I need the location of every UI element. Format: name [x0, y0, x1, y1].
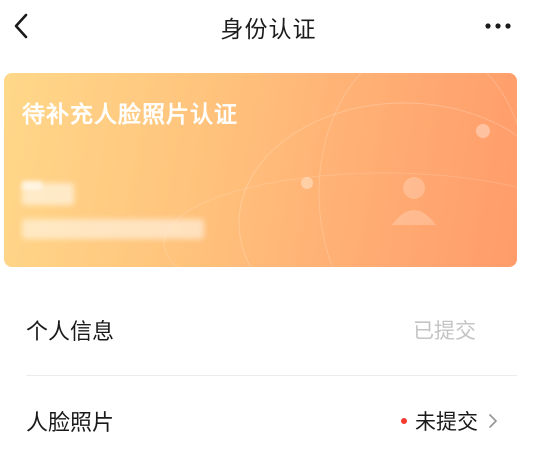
verification-status-card[interactable]: 待补充人脸照片认证	[4, 73, 517, 267]
page-title: 身份认证	[220, 17, 317, 43]
unsubmitted-dot-icon	[401, 418, 407, 424]
row-divider	[26, 375, 517, 376]
row-face-photo[interactable]: 人脸照片 未提交	[26, 391, 516, 451]
chevron-left-icon	[14, 13, 28, 39]
more-horizontal-icon	[485, 23, 511, 29]
personal-info-label: 个人信息	[26, 320, 115, 345]
personal-info-status-group: 已提交	[413, 300, 516, 360]
redacted-id-number	[22, 219, 204, 239]
chevron-right-icon	[488, 413, 498, 429]
face-photo-status: 未提交	[415, 410, 478, 434]
more-button[interactable]	[481, 14, 515, 38]
personal-info-status: 已提交	[413, 319, 476, 343]
redacted-name-fragment	[22, 181, 42, 189]
face-photo-status-group: 未提交	[401, 391, 516, 451]
row-personal-info[interactable]: 个人信息 已提交	[26, 300, 516, 360]
face-photo-label: 人脸照片	[26, 411, 115, 436]
top-navigation-bar: 身份认证	[0, 0, 537, 54]
back-button[interactable]	[6, 9, 36, 43]
card-title: 待补充人脸照片认证	[22, 102, 238, 128]
